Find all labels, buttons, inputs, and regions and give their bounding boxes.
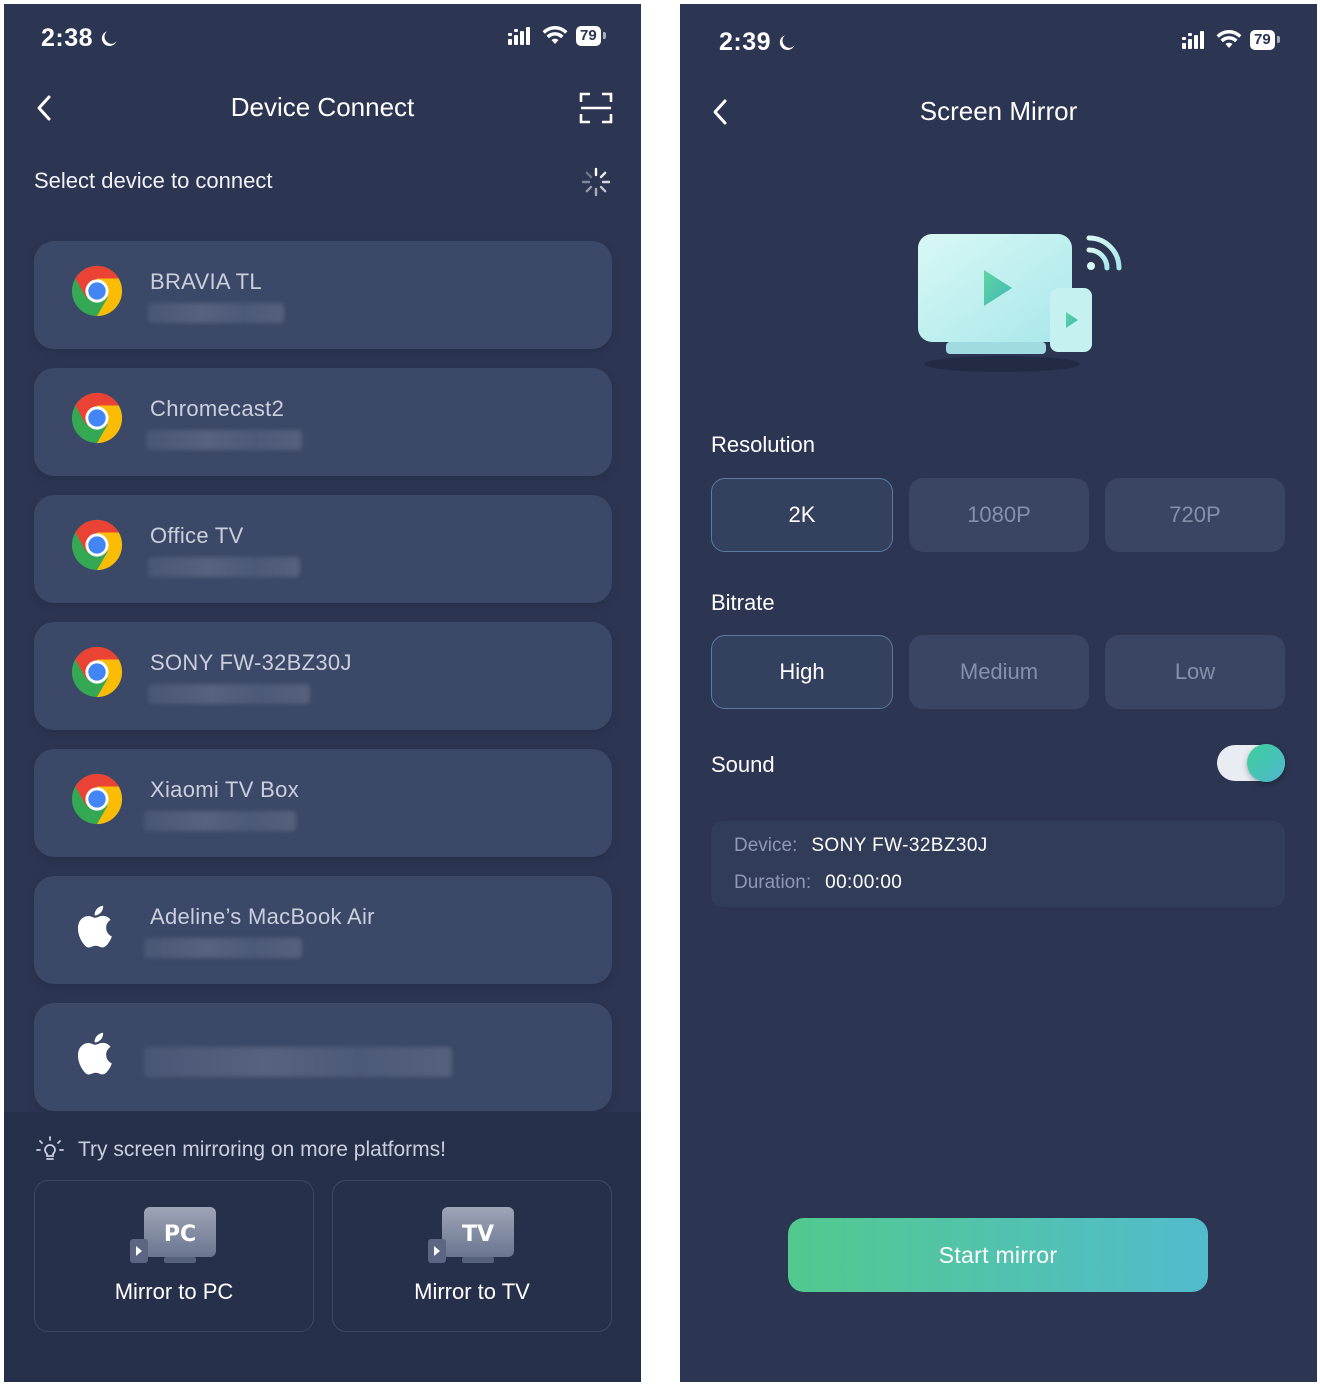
redacted-address: [148, 303, 284, 323]
tv-icon: TV: [428, 1207, 514, 1263]
resolution-label: Resolution: [711, 432, 815, 457]
toggle-knob: [1247, 744, 1285, 782]
device-name: Chromecast2: [150, 396, 285, 421]
device-item-apple-unnamed[interactable]: [34, 1003, 612, 1111]
screen-mirror-illustration-icon: [918, 234, 1122, 372]
device-list: BRAVIA TL Chromecast2 Office TV SONY FW-…: [34, 241, 612, 1130]
chrome-icon: [70, 771, 124, 827]
bitrate-options: High Medium Low: [711, 635, 1285, 709]
promo-panel: Try screen mirroring on more platforms! …: [4, 1112, 641, 1382]
device-item-office-tv[interactable]: Office TV: [34, 495, 612, 603]
start-mirror-button[interactable]: Start mirror: [788, 1218, 1208, 1292]
bitrate-option-high[interactable]: High: [711, 635, 893, 709]
apple-icon: [70, 1025, 124, 1081]
apple-icon: [70, 898, 124, 954]
lightbulb-icon: [36, 1136, 64, 1160]
device-name: BRAVIA TL: [150, 269, 262, 294]
mirror-to-tv-button[interactable]: TV Mirror to TV: [332, 1180, 612, 1332]
bitrate-option-low[interactable]: Low: [1105, 635, 1285, 709]
screen-mirror-screen: 2:39 79 Screen Mirror Resolution 2K 1080…: [680, 4, 1317, 1382]
device-name: Xiaomi TV Box: [150, 777, 299, 802]
device-item-chromecast2[interactable]: Chromecast2: [34, 368, 612, 476]
sound-label: Sound: [711, 752, 775, 777]
wifi-icon: [542, 26, 568, 46]
device-item-bravia-tl[interactable]: BRAVIA TL: [34, 241, 612, 349]
status-bar-time: 2:38: [41, 24, 119, 53]
device-key: Device:: [734, 835, 798, 856]
chrome-icon: [70, 517, 124, 573]
mirror-to-tv-label: Mirror to TV: [414, 1279, 530, 1304]
status-bar-indicators: 79: [508, 26, 606, 46]
device-name: Office TV: [150, 523, 244, 548]
info-duration-row: Duration: 00:00:00: [734, 872, 902, 894]
moon-icon: [777, 33, 797, 53]
device-name: Adeline’s MacBook Air: [150, 904, 375, 929]
mirror-to-pc-button[interactable]: PC Mirror to PC: [34, 1180, 314, 1332]
resolution-option-1080p[interactable]: 1080P: [909, 478, 1089, 552]
session-info-panel: Device: SONY FW-32BZ30J Duration: 00:00:…: [711, 821, 1285, 907]
duration-key: Duration:: [734, 872, 812, 893]
redacted-address: [148, 684, 310, 704]
pc-badge: PC: [164, 1222, 196, 1247]
mirror-to-pc-label: Mirror to PC: [114, 1279, 234, 1304]
resolution-option-2k[interactable]: 2K: [711, 478, 893, 552]
resolution-option-720p[interactable]: 720P: [1105, 478, 1285, 552]
promo-hint: Try screen mirroring on more platforms!: [34, 1134, 446, 1166]
promo-text: Try screen mirroring on more platforms!: [78, 1138, 446, 1161]
scan-icon: [579, 92, 613, 124]
redacted-address: [148, 557, 300, 577]
device-connect-screen: 2:38 79 Device Connect Select device to …: [4, 4, 641, 1382]
status-bar-indicators: 79: [1182, 30, 1280, 50]
refresh-button[interactable]: [578, 164, 614, 200]
status-bar-time: 2:39: [719, 28, 797, 57]
moon-icon: [99, 29, 119, 49]
signal-icon: [508, 27, 534, 45]
device-item-macbook-air[interactable]: Adeline’s MacBook Air: [34, 876, 612, 984]
signal-icon: [1182, 31, 1208, 49]
scan-button[interactable]: [576, 88, 616, 128]
battery-icon: 79: [1250, 30, 1280, 50]
pc-icon: PC: [130, 1207, 216, 1263]
chrome-icon: [70, 644, 124, 700]
device-value: SONY FW-32BZ30J: [811, 835, 988, 856]
chrome-icon: [70, 263, 124, 319]
battery-icon: 79: [576, 26, 606, 46]
bitrate-label: Bitrate: [711, 590, 775, 615]
redacted-address: [144, 938, 302, 958]
loading-spinner-icon: [581, 167, 611, 197]
redacted-device-name: [144, 1047, 452, 1077]
tv-badge: TV: [462, 1222, 494, 1247]
select-device-subtitle: Select device to connect: [34, 168, 273, 193]
redacted-address: [144, 811, 296, 831]
duration-value: 00:00:00: [825, 872, 903, 893]
device-name: SONY FW-32BZ30J: [150, 650, 352, 675]
sound-toggle[interactable]: [1217, 744, 1285, 782]
device-item-sony-fw-32bz30j[interactable]: SONY FW-32BZ30J: [34, 622, 612, 730]
resolution-options: 2K 1080P 720P: [711, 478, 1285, 552]
info-device-row: Device: SONY FW-32BZ30J: [734, 835, 988, 857]
device-item-xiaomi-tv-box[interactable]: Xiaomi TV Box: [34, 749, 612, 857]
clock-text: 2:39: [719, 28, 772, 56]
page-title: Device Connect: [230, 92, 415, 122]
redacted-address: [146, 430, 302, 450]
bitrate-option-medium[interactable]: Medium: [909, 635, 1089, 709]
page-title: Screen Mirror: [919, 96, 1078, 126]
wifi-icon: [1216, 30, 1242, 50]
chrome-icon: [70, 390, 124, 446]
clock-text: 2:38: [41, 24, 94, 52]
